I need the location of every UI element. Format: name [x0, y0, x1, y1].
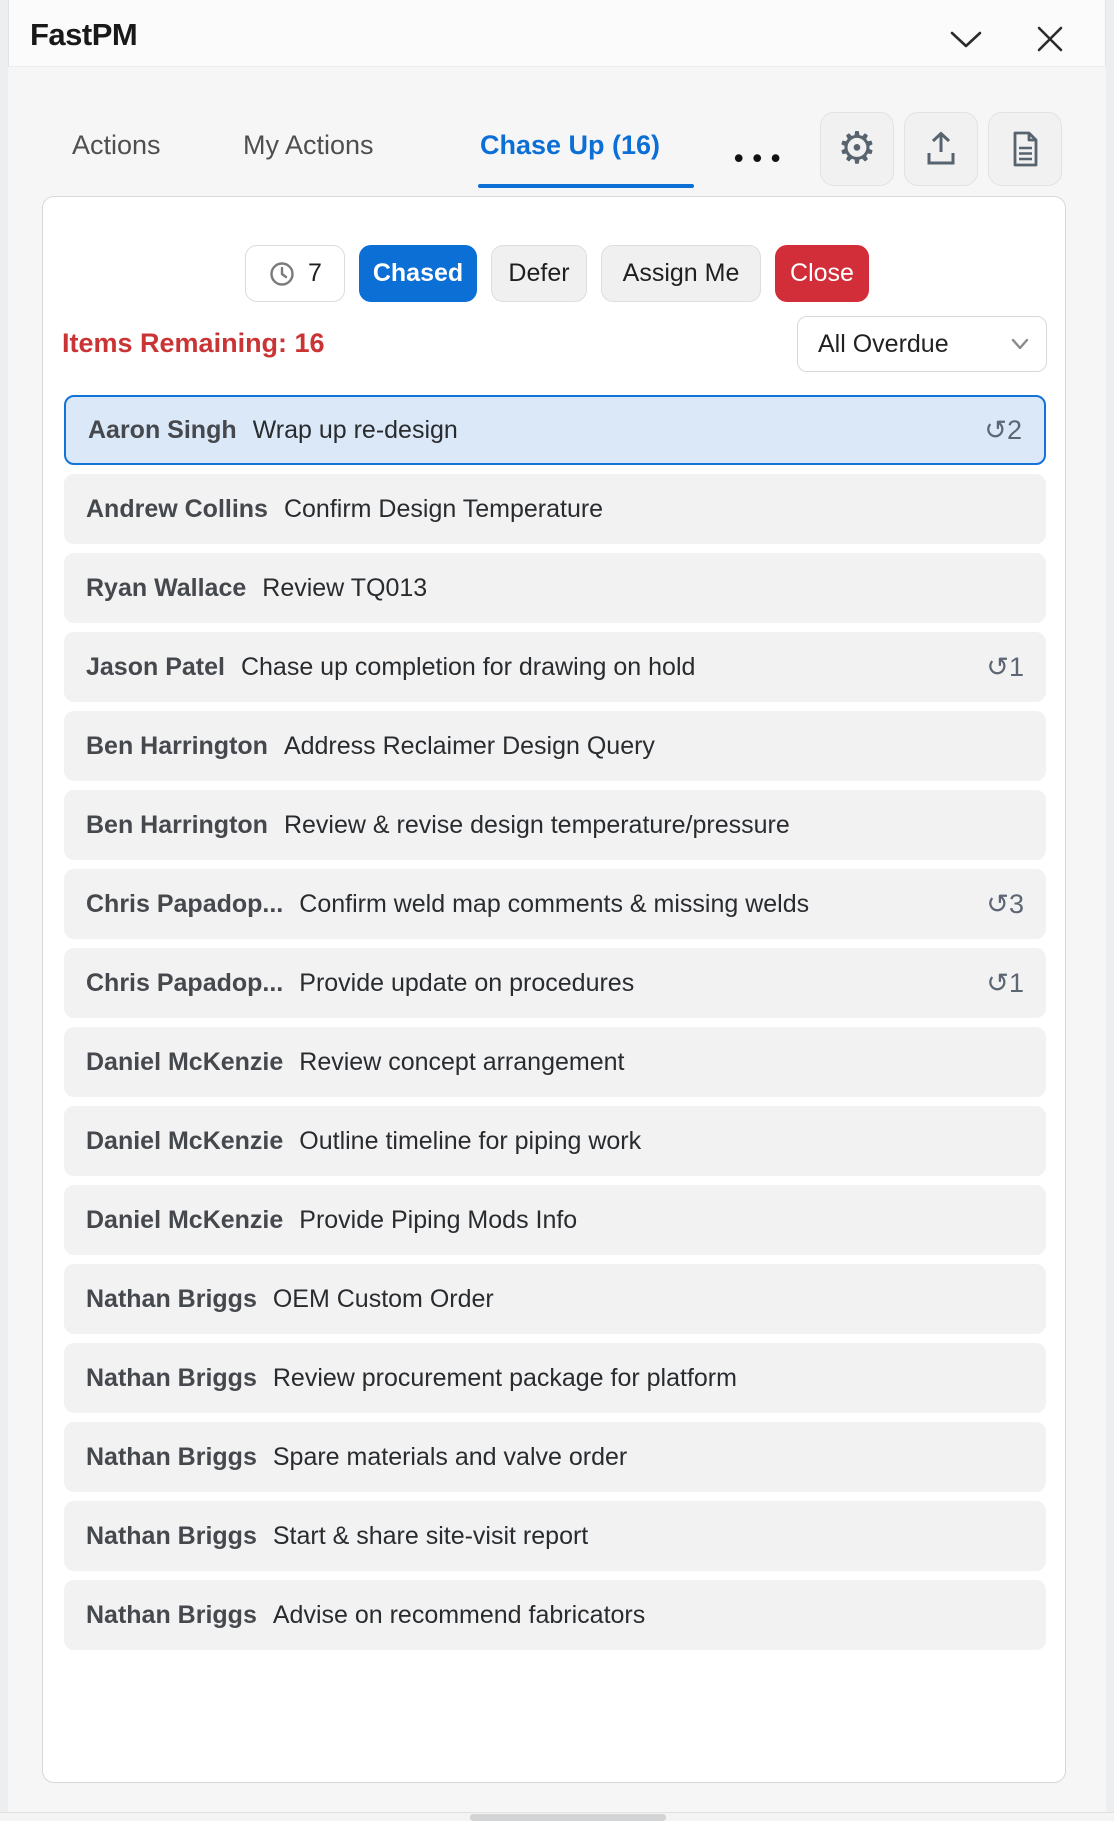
assignee-name: Ben Harrington — [86, 731, 268, 760]
task-text: Provide Piping Mods Info — [299, 1205, 578, 1234]
list-item[interactable]: Chris Papadop... Confirm weld map comment… — [64, 869, 1046, 939]
list-item[interactable]: Daniel McKenzie Outline timeline for pipi… — [64, 1106, 1046, 1176]
dropdown-chevron-icon — [1010, 337, 1030, 351]
document-icon — [1004, 128, 1046, 170]
task-text: Confirm Design Temperature — [283, 494, 604, 523]
scrollbar-thumb[interactable] — [470, 1814, 666, 1821]
assignee-name: Jason Patel — [86, 652, 225, 681]
task-text: Start & share site-visit report — [272, 1521, 589, 1550]
list-item[interactable]: Nathan Briggs Start & share site-visit re… — [64, 1501, 1046, 1571]
chase-timer-button[interactable]: 7 — [245, 245, 345, 302]
task-text: Review concept arrangement — [299, 1047, 625, 1076]
assignee-name: Nathan Briggs — [86, 1284, 257, 1313]
chase-count-badge: ↺2 — [984, 414, 1022, 445]
tab-chase-up[interactable]: Chase Up (16) — [480, 130, 660, 161]
assignee-name: Chris Papadop... — [86, 968, 284, 997]
task-text: Chase up completion for drawing on hold — [240, 652, 696, 681]
assignee-name: Ben Harrington — [86, 810, 268, 839]
task-text: Advise on recommend fabricators — [272, 1600, 646, 1629]
list-item[interactable]: Nathan Briggs Spare materials and valve o… — [64, 1422, 1046, 1492]
task-text: Spare materials and valve order — [272, 1442, 628, 1471]
list-item[interactable]: Aaron Singh Wrap up re-design ↺2 — [64, 395, 1046, 465]
list-item[interactable]: Daniel McKenzie Provide Piping Mods Info — [64, 1185, 1046, 1255]
chased-button[interactable]: Chased — [359, 245, 477, 302]
assign-me-button[interactable]: Assign Me — [601, 245, 761, 302]
task-text: Outline timeline for piping work — [299, 1126, 642, 1155]
task-text: Confirm weld map comments & missing weld… — [299, 889, 810, 918]
assignee-name: Daniel McKenzie — [86, 1047, 284, 1076]
defer-button[interactable]: Defer — [491, 245, 587, 302]
chase-count-badge: ↺1 — [986, 651, 1024, 682]
task-text: Review TQ013 — [262, 573, 428, 602]
assignee-name: Ryan Wallace — [86, 573, 247, 602]
assignee-name: Daniel McKenzie — [86, 1126, 284, 1155]
task-text: Review & revise design temperature/press… — [283, 810, 790, 839]
settings-button[interactable]: ⚙ — [820, 112, 894, 186]
list-item[interactable]: Nathan Briggs Advise on recommend fabrica… — [64, 1580, 1046, 1650]
list-item[interactable]: Chris Papadop... Provide update on proced… — [64, 948, 1046, 1018]
tab-actions[interactable]: Actions — [72, 130, 161, 161]
chase-count-badge: ↺3 — [986, 888, 1024, 919]
list-item[interactable]: Andrew Collins Confirm Design Temperature — [64, 474, 1046, 544]
task-text: Review procurement package for platform — [272, 1363, 737, 1392]
items-remaining-label: Items Remaining: 16 — [62, 328, 325, 358]
chase-count-badge: ↺1 — [986, 967, 1024, 998]
task-text: Wrap up re-design — [252, 415, 458, 444]
list-item[interactable]: Jason Patel Chase up completion for drawi… — [64, 632, 1046, 702]
assignee-name: Chris Papadop... — [86, 889, 284, 918]
share-export-button[interactable] — [904, 112, 978, 186]
assignee-name: Daniel McKenzie — [86, 1205, 284, 1234]
action-bar: 7 Chased Defer Assign Me Close — [0, 245, 1114, 302]
overdue-filter-value: All Overdue — [818, 329, 949, 358]
assignee-name: Nathan Briggs — [86, 1363, 257, 1392]
list-item[interactable]: Daniel McKenzie Review concept arrangemen… — [64, 1027, 1046, 1097]
list-item[interactable]: Ben Harrington Address Reclaimer Design Q… — [64, 711, 1046, 781]
collapse-button[interactable] — [946, 22, 986, 56]
assignee-name: Aaron Singh — [88, 415, 237, 444]
assignee-name: Andrew Collins — [86, 494, 268, 523]
tab-my-actions[interactable]: My Actions — [243, 130, 374, 161]
list-item[interactable]: Ben Harrington Review & revise design tem… — [64, 790, 1046, 860]
list-item[interactable]: Nathan Briggs OEM Custom Order — [64, 1264, 1046, 1334]
task-text: Address Reclaimer Design Query — [283, 731, 655, 760]
assignee-name: Nathan Briggs — [86, 1442, 257, 1471]
chase-up-list: Aaron Singh Wrap up re-design ↺2 Andrew Col… — [64, 395, 1046, 1659]
overdue-filter-dropdown[interactable]: All Overdue — [797, 316, 1047, 372]
horizontal-scrollbar[interactable] — [0, 1812, 1114, 1821]
assignee-name: Nathan Briggs — [86, 1600, 257, 1629]
more-tabs-button[interactable]: ••• — [734, 143, 789, 174]
app-title: FastPM — [30, 17, 138, 52]
list-item[interactable]: Nathan Briggs Review procurement package … — [64, 1343, 1046, 1413]
close-window-button[interactable] — [1030, 22, 1070, 56]
task-text: Provide update on procedures — [299, 968, 635, 997]
assignee-name: Nathan Briggs — [86, 1521, 257, 1550]
chase-timer-count: 7 — [308, 259, 322, 287]
active-tab-underline — [478, 184, 694, 188]
task-text: OEM Custom Order — [272, 1284, 494, 1313]
clock-icon — [268, 260, 296, 288]
app-root: FastPM Actions My Actions Chase Up (16) … — [0, 0, 1114, 1821]
chevron-down-icon — [948, 27, 984, 51]
list-item[interactable]: Ryan Wallace Review TQ013 — [64, 553, 1046, 623]
report-button[interactable] — [988, 112, 1062, 186]
close-item-button[interactable]: Close — [775, 245, 869, 302]
gear-icon: ⚙ — [837, 124, 877, 173]
share-upload-icon — [920, 128, 962, 170]
close-icon — [1035, 24, 1065, 54]
